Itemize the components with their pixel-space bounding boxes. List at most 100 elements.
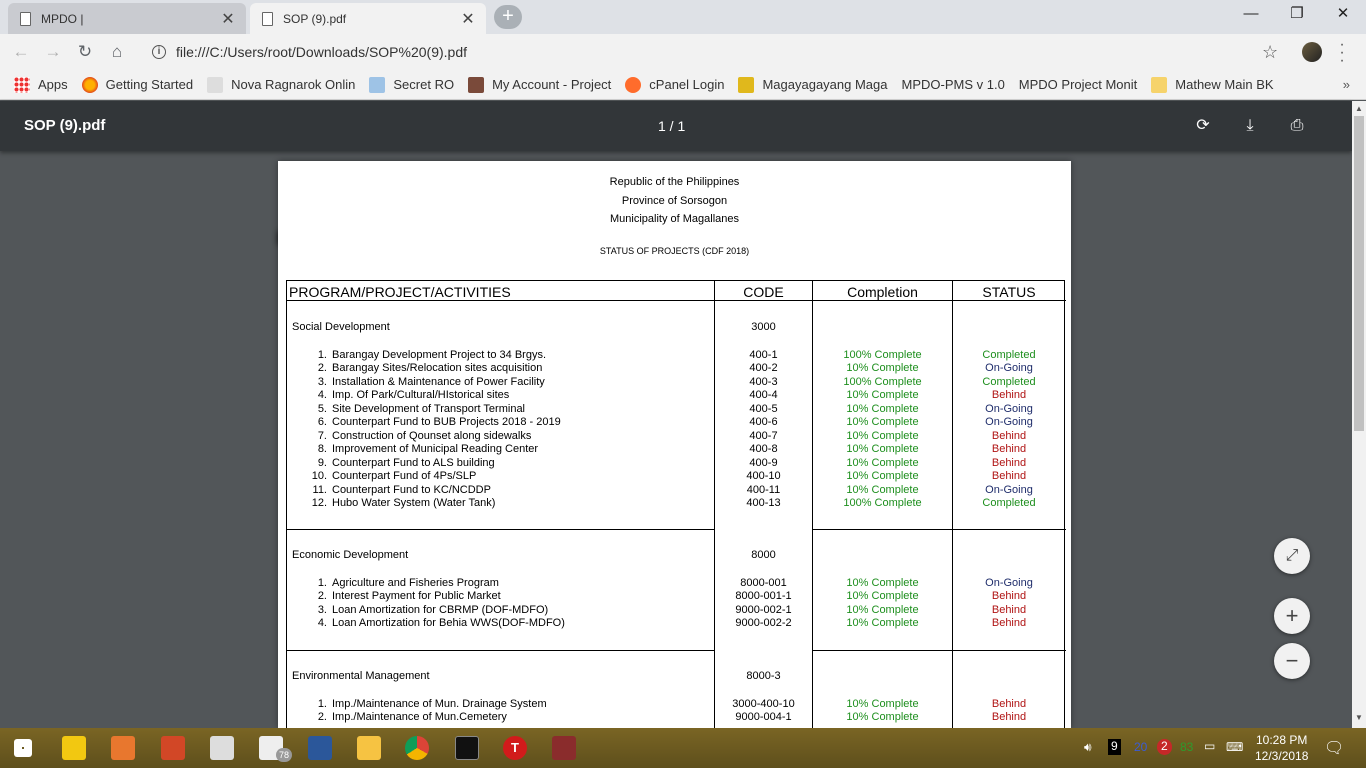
bookmark-getting-started[interactable]: Getting Started bbox=[81, 76, 193, 93]
completion-value: 10% Complete bbox=[846, 402, 919, 415]
status-value: On-Going bbox=[985, 416, 1033, 429]
close-tab-icon[interactable]: ✕ bbox=[460, 9, 476, 29]
word-icon[interactable] bbox=[308, 736, 332, 760]
header-divider bbox=[287, 300, 1066, 301]
network-icon[interactable]: ▭ bbox=[1204, 739, 1215, 768]
completion-value: 10% Complete bbox=[846, 603, 919, 616]
bookmark-magayagayang[interactable]: Magayagayang Maga bbox=[738, 76, 888, 93]
vertical-scrollbar[interactable]: ▲ ▼ bbox=[1352, 101, 1366, 728]
bookmark-mathew[interactable]: Mathew Main BK bbox=[1151, 76, 1274, 93]
row-number: 3. bbox=[317, 603, 327, 616]
activity-code: 400-2 bbox=[749, 362, 778, 375]
scroll-up-icon[interactable]: ▲ bbox=[1355, 104, 1363, 113]
file-explorer-icon[interactable] bbox=[357, 736, 381, 760]
reload-button[interactable]: ↻ bbox=[72, 39, 98, 65]
close-window-button[interactable]: ✕ bbox=[1320, 0, 1366, 30]
activity-name: Hubo Water System (Water Tank) bbox=[332, 496, 496, 509]
close-tab-icon[interactable]: ✕ bbox=[220, 9, 236, 29]
download-icon[interactable]: ⤓ bbox=[1239, 115, 1261, 137]
column-header: Completion bbox=[847, 284, 918, 300]
bookmark-my-account[interactable]: My Account - Project bbox=[468, 76, 611, 93]
cpanel-icon bbox=[625, 76, 642, 93]
zoom-in-button[interactable]: + bbox=[1274, 598, 1310, 634]
rotate-icon[interactable]: ⟳ bbox=[1192, 115, 1214, 137]
activity-name: Barangay Sites/Relocation sites acquisit… bbox=[332, 362, 543, 375]
app-t-icon[interactable]: T bbox=[503, 736, 527, 760]
tray-badge[interactable]: 20 bbox=[1134, 740, 1147, 768]
zoom-out-button[interactable]: − bbox=[1274, 643, 1310, 679]
clock-date: 12/3/2018 bbox=[1255, 749, 1309, 763]
page-icon bbox=[262, 11, 273, 26]
completion-value: 100% Complete bbox=[843, 496, 922, 509]
tray-badge[interactable]: 2 bbox=[1157, 739, 1172, 755]
forward-button[interactable]: → bbox=[40, 39, 66, 65]
activity-code: 8000-001 bbox=[740, 577, 787, 589]
activity-name: Counterpart Fund to BUB Projects 2018 - … bbox=[332, 416, 561, 429]
section-divider bbox=[287, 529, 714, 530]
back-button[interactable]: ← bbox=[8, 39, 34, 65]
bookmark-nova-ragnarok[interactable]: Nova Ragnarok Onlin bbox=[207, 76, 355, 93]
keyboard-icon[interactable]: ⌨ bbox=[1226, 740, 1243, 768]
page-icon bbox=[20, 11, 31, 26]
bookmark-apps[interactable]: Apps bbox=[14, 76, 68, 93]
fit-page-button[interactable]: ⤢ bbox=[1274, 538, 1310, 574]
status-value: Behind bbox=[991, 617, 1027, 630]
scroll-down-icon[interactable]: ▼ bbox=[1355, 713, 1363, 722]
tab-mpdo[interactable]: MPDO | ✕ bbox=[8, 3, 246, 34]
activity-code: 400-13 bbox=[746, 496, 781, 509]
section-code: 8000 bbox=[751, 549, 776, 561]
tab-sop-pdf[interactable]: SOP (9).pdf ✕ bbox=[250, 3, 486, 34]
volume-icon[interactable]: 🔊︎ bbox=[1084, 740, 1092, 768]
row-number: 8. bbox=[317, 443, 327, 456]
pdf-title: SOP (9).pdf bbox=[24, 117, 106, 134]
status-value: On-Going bbox=[985, 402, 1033, 415]
activity-code: 400-5 bbox=[749, 402, 778, 415]
store-icon[interactable] bbox=[62, 736, 86, 760]
activity-name: Improvement of Municipal Reading Center bbox=[332, 443, 539, 456]
tray-badge[interactable]: 9 bbox=[1108, 739, 1121, 755]
restore-button[interactable]: ❐ bbox=[1274, 0, 1320, 30]
terminal-icon[interactable] bbox=[455, 736, 479, 760]
bookmarks-overflow-button[interactable]: » bbox=[1343, 77, 1350, 92]
bookmark-secret-ro[interactable]: Secret RO bbox=[369, 76, 454, 93]
completion-value: 10% Complete bbox=[846, 362, 919, 375]
bookmark-star-icon[interactable]: ☆ bbox=[1262, 42, 1278, 63]
minimize-button[interactable]: — bbox=[1228, 0, 1274, 30]
completion-value: 10% Complete bbox=[846, 470, 919, 483]
bookmark-mpdo-project[interactable]: MPDO Project Monit bbox=[278, 77, 1137, 245]
completion-value: 100% Complete bbox=[843, 349, 922, 361]
bookmark-cpanel[interactable]: cPanel Login bbox=[625, 76, 724, 93]
completion-value: 10% Complete bbox=[846, 483, 919, 496]
game-app-icon[interactable] bbox=[552, 736, 576, 760]
scrollbar-thumb[interactable] bbox=[1354, 116, 1364, 431]
notifications-icon[interactable]: 🗨︎ bbox=[1324, 738, 1344, 768]
tab-strip: MPDO | ✕ SOP (9).pdf ✕ + — ❐ ✕ bbox=[0, 0, 1366, 34]
row-number: 11. bbox=[312, 483, 327, 496]
row-number: 6. bbox=[317, 416, 327, 429]
media-player-icon[interactable] bbox=[111, 736, 135, 760]
menu-icon[interactable]: · · · bbox=[1336, 37, 1348, 69]
chrome-icon[interactable] bbox=[405, 736, 429, 760]
completion-value: 10% Complete bbox=[846, 429, 919, 442]
profile-avatar[interactable] bbox=[1302, 42, 1322, 62]
activity-code: 400-1 bbox=[749, 349, 778, 361]
clock[interactable]: 10:28 PM 12/3/2018 bbox=[1255, 732, 1308, 768]
row-number: 10. bbox=[311, 470, 327, 483]
tray-badge[interactable]: 83 bbox=[1180, 740, 1193, 768]
bookmark-mpdo-pms[interactable]: MPDO-PMS v 1.0 bbox=[278, 77, 1005, 245]
print-icon[interactable]: ⎙ bbox=[1286, 115, 1308, 137]
status-value: On-Going bbox=[985, 362, 1033, 375]
powerpoint-icon[interactable] bbox=[161, 736, 185, 760]
activity-code: 400-9 bbox=[749, 456, 778, 469]
game-icon[interactable] bbox=[210, 736, 234, 760]
game-icon bbox=[207, 76, 224, 93]
info-icon[interactable]: i bbox=[152, 45, 166, 59]
report-title: STATUS OF PROJECTS (CDF 2018) bbox=[599, 246, 750, 256]
header-line: Province of Sorsogon bbox=[621, 195, 728, 207]
page-indicator: 1 / 1 bbox=[658, 118, 686, 134]
activity-name: Installation & Maintenance of Power Faci… bbox=[332, 375, 545, 388]
address-bar[interactable]: i file:///C:/Users/root/Downloads/SOP%20… bbox=[140, 38, 1290, 66]
home-button[interactable]: ⌂ bbox=[104, 39, 130, 65]
new-tab-button[interactable]: + bbox=[494, 5, 522, 29]
start-button[interactable] bbox=[14, 739, 32, 757]
